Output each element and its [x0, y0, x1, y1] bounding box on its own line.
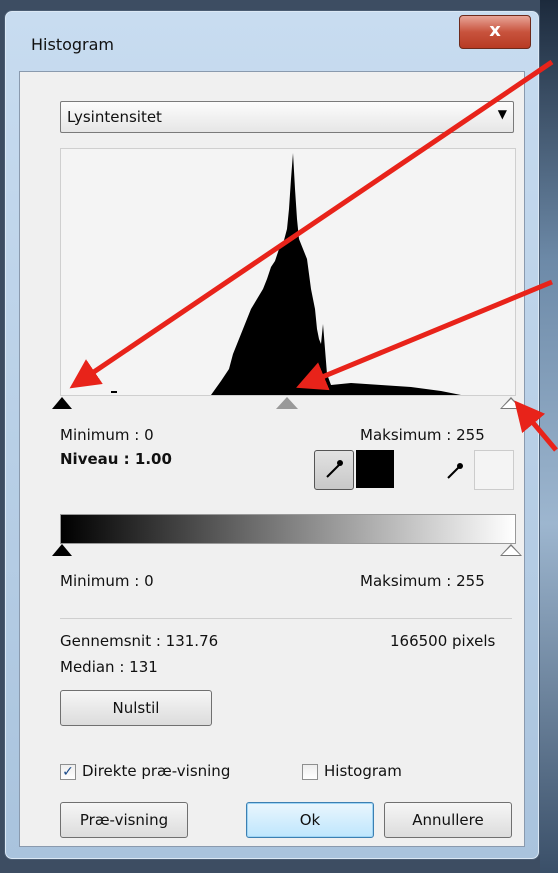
black-point-swatch[interactable]: [356, 450, 394, 488]
live-preview-label: Direkte præ-visning: [82, 762, 231, 780]
preview-button[interactable]: Præ-visning: [60, 802, 188, 838]
ok-button[interactable]: Ok: [246, 802, 374, 838]
histogram-shape: [211, 153, 461, 395]
median-label: Median : 131: [60, 658, 158, 676]
cancel-button[interactable]: Annullere: [384, 802, 512, 838]
output-black-slider[interactable]: [52, 544, 72, 556]
divider: [60, 618, 512, 619]
histogram-dialog: Histogram x Lysintensitet ▼ Minimum : 0 …: [4, 10, 540, 860]
live-preview-checkbox[interactable]: ✓: [60, 764, 76, 780]
input-maximum-label: Maksimum : 255: [360, 426, 485, 444]
input-gamma-slider[interactable]: [276, 397, 298, 409]
titlebar: Histogram x: [5, 11, 539, 61]
output-white-slider-fill: [502, 546, 520, 555]
check-icon: ✓: [62, 764, 74, 780]
output-gradient-bar: [60, 514, 516, 544]
output-maximum-label: Maksimum : 255: [360, 572, 485, 590]
close-button[interactable]: x: [459, 15, 531, 49]
white-eyedropper-icon[interactable]: [442, 458, 468, 484]
level-label: Niveau : 1.00: [60, 450, 172, 468]
window-title: Histogram: [31, 35, 114, 54]
mean-label: Gennemsnit : 131.76: [60, 632, 219, 650]
output-minimum-label: Minimum : 0: [60, 572, 154, 590]
reset-button[interactable]: Nulstil: [60, 690, 212, 726]
pixel-count-label: 166500 pixels: [390, 632, 496, 650]
close-icon: x: [489, 20, 501, 41]
input-black-slider[interactable]: [52, 397, 72, 409]
black-eyedropper-button[interactable]: [314, 450, 354, 490]
histogram-checkbox-label: Histogram: [324, 762, 402, 780]
white-point-swatch[interactable]: [474, 450, 514, 490]
channel-selected: Lysintensitet: [67, 108, 162, 126]
histogram-display: [60, 148, 516, 396]
histogram-checkbox[interactable]: [302, 764, 318, 780]
desktop-background: [540, 0, 558, 873]
channel-dropdown[interactable]: Lysintensitet ▼: [60, 101, 514, 133]
chevron-down-icon: ▼: [497, 107, 507, 121]
input-white-slider-fill: [502, 399, 520, 408]
input-minimum-label: Minimum : 0: [60, 426, 154, 444]
dialog-body: Lysintensitet ▼ Minimum : 0 Maksimum : 2…: [19, 71, 525, 847]
eyedropper-icon: [326, 460, 343, 478]
histogram-graph: [111, 153, 461, 395]
